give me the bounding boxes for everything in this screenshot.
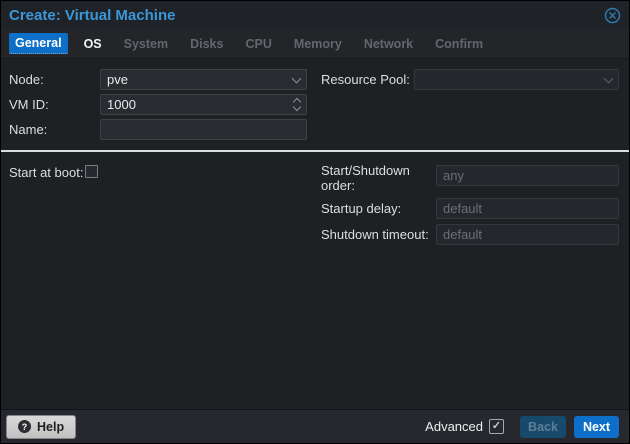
vm-id-label: VM ID:: [9, 97, 49, 112]
advanced-section-separator: [1, 150, 629, 152]
tab-network: Network: [363, 36, 414, 51]
startup-delay-label: Startup delay:: [321, 201, 402, 216]
chevron-down-icon[interactable]: [292, 102, 302, 112]
dialog-titlebar: Create: Virtual Machine: [1, 1, 629, 29]
shutdown-timeout-field: [436, 224, 619, 245]
chevron-down-icon: [603, 73, 614, 83]
next-button[interactable]: Next: [574, 415, 619, 438]
dialog-footer: ? Help Advanced Back Next: [1, 409, 629, 443]
tab-system: System: [123, 36, 169, 51]
tab-cpu: CPU: [245, 36, 272, 51]
name-input[interactable]: [107, 122, 300, 137]
back-button[interactable]: Back: [520, 415, 566, 438]
tab-os[interactable]: OS: [78, 34, 108, 54]
startup-order-field: [436, 165, 619, 186]
close-icon[interactable]: [604, 7, 621, 24]
startup-order-input[interactable]: [443, 168, 612, 183]
name-label: Name:: [9, 122, 48, 137]
startup-delay-field: [436, 198, 619, 219]
node-label: Node:: [9, 72, 44, 87]
start-at-boot-checkbox[interactable]: [85, 165, 98, 178]
node-select-value: pve: [107, 72, 128, 87]
vm-id-field: [100, 94, 307, 115]
tab-disks: Disks: [190, 36, 224, 51]
shutdown-timeout-label: Shutdown timeout:: [321, 227, 429, 242]
tab-bar: General OS System Disks CPU Memory Netwo…: [1, 29, 629, 59]
help-button[interactable]: ? Help: [6, 414, 77, 439]
shutdown-timeout-input[interactable]: [443, 227, 612, 242]
tab-general[interactable]: General: [9, 33, 68, 54]
general-tab-panel: Node: pve Resource Pool: VM ID: Name: St…: [1, 59, 629, 409]
start-at-boot-label: Start at boot:: [9, 165, 84, 180]
create-vm-dialog: Create: Virtual Machine General OS Syste…: [0, 0, 630, 444]
help-button-label: Help: [37, 419, 65, 434]
resource-pool-select[interactable]: [414, 69, 619, 90]
chevron-down-icon: [291, 73, 302, 83]
startup-delay-input[interactable]: [443, 201, 612, 216]
tab-confirm: Confirm: [435, 36, 484, 51]
tab-memory: Memory: [293, 36, 342, 51]
advanced-label: Advanced: [425, 419, 483, 434]
vm-id-input[interactable]: [107, 97, 294, 112]
dialog-title: Create: Virtual Machine: [9, 6, 176, 24]
advanced-checkbox[interactable]: [489, 419, 504, 434]
resource-pool-label: Resource Pool:: [321, 72, 410, 87]
number-spinner[interactable]: [292, 97, 302, 112]
name-field: [100, 119, 307, 140]
question-mark-icon: ?: [18, 420, 31, 433]
node-select[interactable]: pve: [100, 69, 307, 90]
startup-order-label: Start/Shutdown order:: [321, 163, 410, 193]
